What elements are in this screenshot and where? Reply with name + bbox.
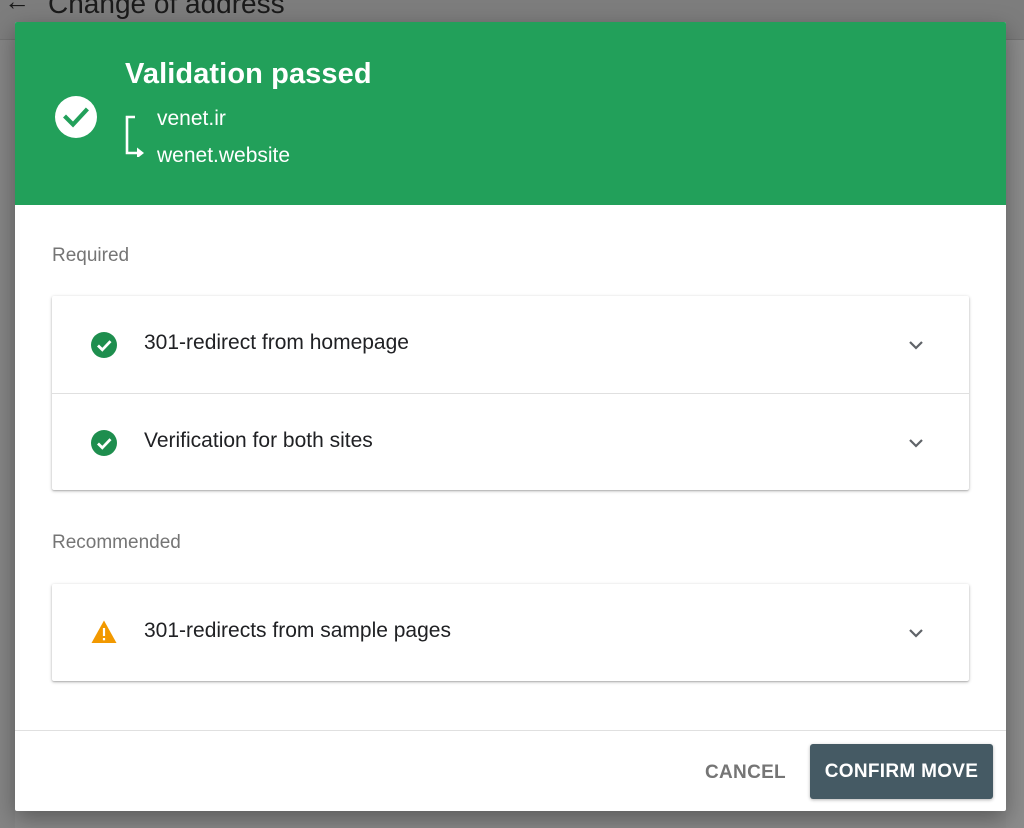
change-of-address-dialog: Validation passed venet.ir wenet.website… [15, 22, 1006, 811]
chevron-down-icon[interactable] [907, 624, 925, 642]
chevron-down-icon[interactable] [907, 434, 925, 452]
recommended-section-label: Recommended [52, 532, 181, 553]
check-label: 301-redirect from homepage [144, 331, 409, 354]
validation-title: Validation passed [125, 58, 372, 90]
source-site: venet.ir [157, 107, 226, 130]
back-arrow-icon: ← [4, 0, 30, 16]
background-side-right [1006, 40, 1024, 828]
check-row-sample-pages-redirects[interactable]: 301-redirects from sample pages [52, 584, 969, 681]
footer-divider [15, 730, 1006, 731]
background-page-title: Change of address [48, 0, 285, 19]
check-row-homepage-redirect[interactable]: 301-redirect from homepage [52, 296, 969, 393]
background-side-left [0, 40, 15, 828]
check-label: 301-redirects from sample pages [144, 619, 451, 642]
check-row-site-verification[interactable]: Verification for both sites [52, 393, 969, 490]
check-circle-icon [55, 96, 97, 138]
cancel-button[interactable]: CANCEL [695, 753, 796, 793]
validation-banner: Validation passed venet.ir wenet.website [15, 22, 1006, 205]
chevron-down-icon[interactable] [907, 336, 925, 354]
required-section-label: Required [52, 245, 130, 266]
warning-icon [91, 620, 117, 643]
check-label: Verification for both sites [144, 429, 373, 452]
required-checks-card: 301-redirect from homepage Verification … [52, 296, 969, 490]
confirm-move-button[interactable]: CONFIRM MOVE [810, 744, 993, 799]
redirect-arrow-icon [125, 115, 144, 157]
check-circle-icon [91, 430, 117, 456]
check-circle-icon [91, 332, 117, 358]
destination-site: wenet.website [157, 144, 291, 167]
recommended-checks-card: 301-redirects from sample pages [52, 584, 969, 681]
